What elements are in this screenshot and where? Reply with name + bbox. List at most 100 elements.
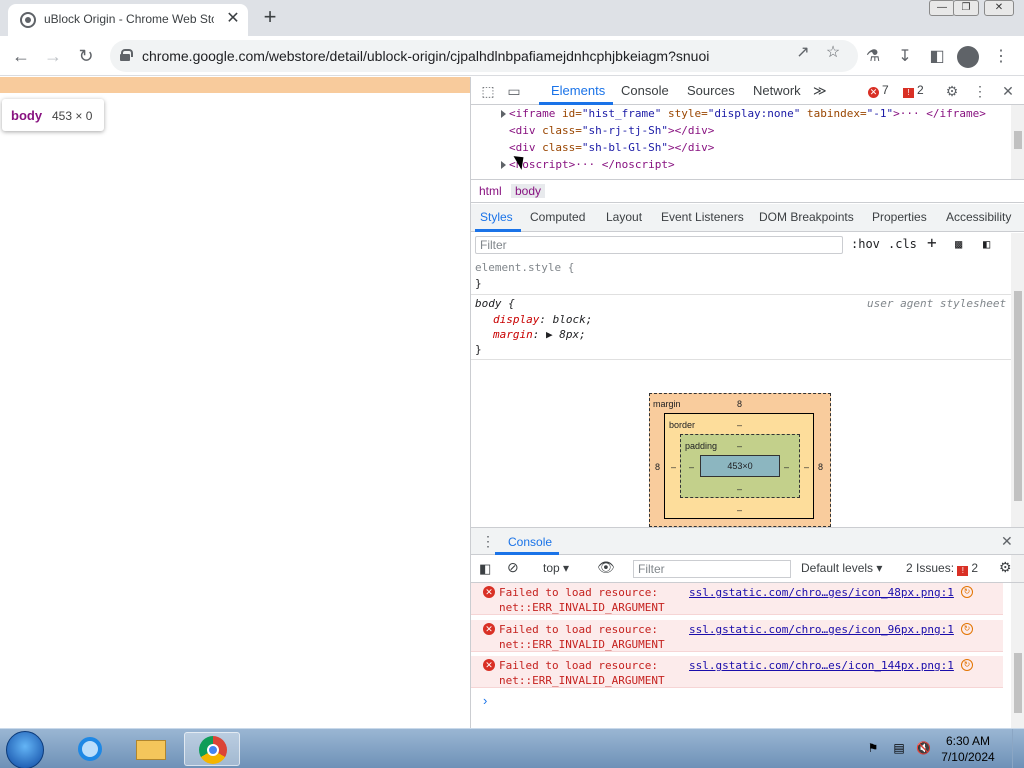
chrome-menu-icon[interactable]: ⋮ — [990, 46, 1012, 68]
tab-properties[interactable]: Properties — [872, 210, 927, 224]
message-source-link[interactable]: ssl.gstatic.com/chro…es/icon_144px.png:1 — [689, 659, 954, 672]
sidebar-toggle-icon[interactable]: ◧ — [983, 237, 990, 251]
new-tab-button[interactable]: + — [256, 4, 284, 32]
dom-node-div[interactable]: <div class="sh-rj-tj-Sh"></div> — [509, 124, 714, 137]
margin-left-value[interactable]: 8 — [655, 462, 660, 472]
bookmark-star-icon[interactable]: ☆ — [822, 42, 844, 64]
margin-right-value[interactable]: 8 — [818, 462, 823, 472]
network-request-icon[interactable]: ↻ — [961, 659, 973, 671]
styles-filter-input[interactable]: Filter — [475, 236, 843, 254]
share-icon[interactable]: ↗ — [792, 42, 814, 64]
breadcrumb-body[interactable]: body — [511, 184, 546, 198]
dom-node-div[interactable]: <div class="sh-bl-Gl-Sh"></div> — [509, 141, 714, 154]
border-left-value[interactable]: – — [671, 462, 676, 472]
css-prop-margin[interactable]: margin: ▶ 8px; — [493, 328, 586, 341]
padding-top-value[interactable]: – — [737, 441, 742, 451]
css-prop-display[interactable]: display: block; — [493, 313, 592, 326]
context-selector[interactable]: top ▾ — [543, 561, 569, 575]
cls-toggle[interactable]: .cls — [888, 237, 917, 251]
extension-flask-icon[interactable]: ⚗ — [862, 46, 884, 68]
console-error-message[interactable]: ✕ Failed to load resource: net::ERR_INVA… — [471, 620, 1003, 652]
paint-icon[interactable]: ▩ — [955, 237, 962, 251]
reload-icon[interactable]: ↻ — [73, 44, 99, 70]
dom-node-noscript[interactable]: <noscript>··· </noscript> — [509, 158, 675, 171]
expand-triangle-icon[interactable] — [501, 110, 506, 118]
console-error-message[interactable]: ✕ Failed to load resource: net::ERR_INVA… — [471, 656, 1003, 688]
more-tabs-icon[interactable]: ≫ — [813, 83, 827, 99]
taskbar-clock[interactable]: 6:30 AM 7/10/2024 — [938, 733, 998, 765]
padding-left-value[interactable]: – — [689, 462, 694, 472]
console-sidebar-icon[interactable]: ◧ — [479, 561, 491, 577]
border-right-value[interactable]: – — [804, 462, 809, 472]
tab-ublock-origin[interactable]: uBlock Origin - Chrome Web Sto ✕ — [8, 4, 248, 36]
file-explorer-icon[interactable] — [122, 732, 178, 766]
download-icon[interactable]: ↧ — [894, 46, 916, 68]
issues-counter[interactable]: 2 Issues: ! 2 — [906, 561, 978, 576]
settings-gear-icon[interactable]: ⚙ — [943, 82, 961, 100]
dom-node-iframe[interactable]: <iframe id="hist_frame" style="display:n… — [509, 107, 986, 120]
console-drawer-tab[interactable]: Console — [508, 535, 552, 549]
network-icon[interactable]: ▤ — [892, 741, 906, 755]
lock-icon[interactable] — [120, 49, 133, 61]
start-button[interactable] — [6, 731, 44, 768]
padding-right-value[interactable]: – — [784, 462, 789, 472]
action-center-flag-icon[interactable]: ⚑ — [866, 741, 880, 755]
new-rule-icon[interactable]: + — [927, 233, 937, 252]
tab-console[interactable]: Console — [621, 83, 669, 98]
tab-accessibility[interactable]: Accessibility — [946, 210, 1011, 224]
internet-explorer-icon[interactable] — [62, 732, 118, 766]
error-count-badge[interactable]: ✕ 7 — [868, 83, 889, 98]
drawer-close-icon[interactable]: ✕ — [1001, 533, 1013, 550]
box-model-content[interactable]: 453×0 — [700, 455, 780, 477]
tab-sources[interactable]: Sources — [687, 83, 735, 98]
chrome-taskbar-icon[interactable] — [184, 732, 240, 766]
tab-styles[interactable]: Styles — [480, 210, 513, 224]
tab-computed[interactable]: Computed — [530, 210, 585, 224]
live-expression-eye-icon[interactable]: 👁 — [597, 559, 615, 576]
window-minimize-button[interactable]: — — [929, 0, 955, 16]
tab-layout[interactable]: Layout — [606, 210, 642, 224]
scrollbar-thumb[interactable] — [1014, 653, 1022, 713]
forward-arrow-icon[interactable]: → — [40, 44, 66, 70]
tab-close-icon[interactable]: ✕ — [224, 10, 242, 28]
body-selector[interactable]: body { — [475, 297, 515, 310]
window-restore-button[interactable]: ❐ — [953, 0, 979, 16]
show-desktop-button[interactable] — [1012, 729, 1024, 768]
back-arrow-icon[interactable]: ← — [8, 44, 34, 70]
issue-count-badge[interactable]: ! 2 — [903, 83, 924, 98]
border-top-value[interactable]: – — [737, 420, 742, 430]
console-error-message[interactable]: ✕ Failed to load resource: net::ERR_INVA… — [471, 583, 1003, 615]
padding-bottom-value[interactable]: – — [737, 484, 742, 494]
dom-scrollbar[interactable] — [1011, 105, 1024, 179]
tab-network[interactable]: Network — [753, 83, 801, 98]
breadcrumb-html[interactable]: html — [475, 184, 506, 198]
margin-top-value[interactable]: 8 — [737, 399, 742, 409]
console-settings-gear-icon[interactable]: ⚙ — [999, 559, 1012, 576]
window-close-button[interactable]: ✕ — [984, 0, 1014, 16]
tab-event-listeners[interactable]: Event Listeners — [661, 210, 744, 224]
network-request-icon[interactable]: ↻ — [961, 623, 973, 635]
message-source-link[interactable]: ssl.gstatic.com/chro…ges/icon_96px.png:1 — [689, 623, 954, 636]
scrollbar-thumb[interactable] — [1014, 291, 1022, 501]
clear-console-icon[interactable]: ⊘ — [507, 559, 519, 576]
console-filter-input[interactable]: Filter — [633, 560, 791, 578]
tab-dom-breakpoints[interactable]: DOM Breakpoints — [759, 210, 854, 224]
border-bottom-value[interactable]: – — [737, 505, 742, 515]
inspect-element-icon[interactable]: ⬚ — [479, 82, 497, 100]
network-request-icon[interactable]: ↻ — [961, 586, 973, 598]
hov-toggle[interactable]: :hov — [851, 237, 880, 251]
message-source-link[interactable]: ssl.gstatic.com/chro…ges/icon_48px.png:1 — [689, 586, 954, 599]
log-levels-dropdown[interactable]: Default levels ▾ — [801, 561, 882, 575]
drawer-menu-icon[interactable]: ⋮ — [481, 533, 495, 550]
console-prompt[interactable]: › — [483, 693, 487, 708]
address-bar[interactable]: chrome.google.com/webstore/detail/ublock… — [110, 40, 858, 72]
devtools-menu-icon[interactable]: ⋮ — [971, 82, 989, 100]
tab-elements[interactable]: Elements — [551, 83, 605, 98]
scrollbar-thumb[interactable] — [1014, 131, 1022, 149]
element-style-selector[interactable]: element.style { — [475, 261, 574, 274]
devtools-close-icon[interactable]: ✕ — [999, 82, 1017, 100]
expand-triangle-icon[interactable] — [501, 161, 506, 169]
profile-avatar[interactable] — [957, 46, 979, 68]
console-scrollbar[interactable] — [1011, 583, 1024, 728]
side-panel-icon[interactable]: ◧ — [926, 46, 948, 68]
